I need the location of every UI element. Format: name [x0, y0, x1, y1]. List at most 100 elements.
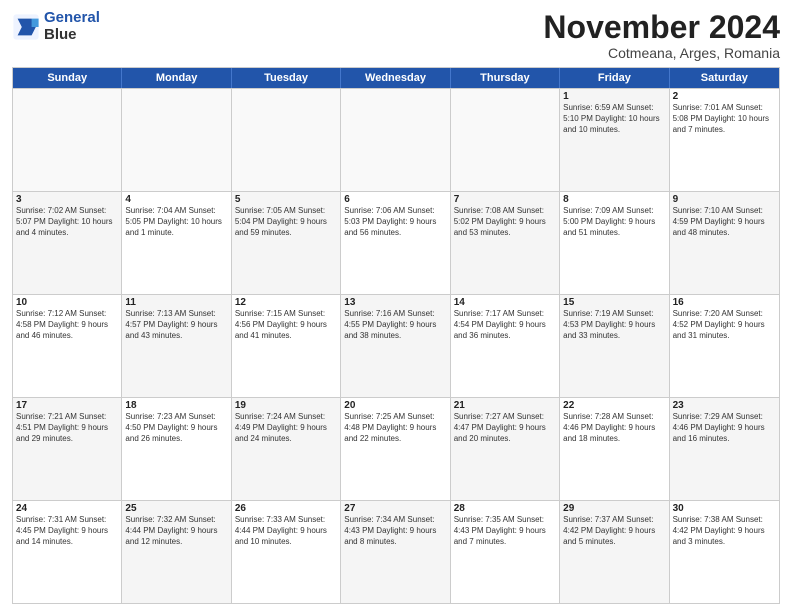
day-number: 6 [344, 194, 446, 205]
day-number: 1 [563, 91, 665, 102]
day-number: 12 [235, 297, 337, 308]
cell-info: Sunrise: 7:19 AM Sunset: 4:53 PM Dayligh… [563, 309, 665, 341]
day-number: 8 [563, 194, 665, 205]
cell-info: Sunrise: 7:17 AM Sunset: 4:54 PM Dayligh… [454, 309, 556, 341]
day-number: 22 [563, 400, 665, 411]
day-number: 26 [235, 503, 337, 514]
day-number: 5 [235, 194, 337, 205]
day-number: 20 [344, 400, 446, 411]
cell-info: Sunrise: 7:28 AM Sunset: 4:46 PM Dayligh… [563, 412, 665, 444]
cal-cell-1-5: 8Sunrise: 7:09 AM Sunset: 5:00 PM Daylig… [560, 192, 669, 294]
calendar-body: 1Sunrise: 6:59 AM Sunset: 5:10 PM Daylig… [13, 88, 779, 603]
cell-info: Sunrise: 7:02 AM Sunset: 5:07 PM Dayligh… [16, 206, 118, 238]
header-day-friday: Friday [560, 68, 669, 88]
day-number: 10 [16, 297, 118, 308]
cal-cell-1-0: 3Sunrise: 7:02 AM Sunset: 5:07 PM Daylig… [13, 192, 122, 294]
day-number: 17 [16, 400, 118, 411]
logo: General Blue [12, 10, 100, 43]
cell-info: Sunrise: 7:27 AM Sunset: 4:47 PM Dayligh… [454, 412, 556, 444]
day-number: 15 [563, 297, 665, 308]
day-number: 19 [235, 400, 337, 411]
day-number: 4 [125, 194, 227, 205]
cell-info: Sunrise: 7:38 AM Sunset: 4:42 PM Dayligh… [673, 515, 776, 547]
header-day-monday: Monday [122, 68, 231, 88]
day-number: 21 [454, 400, 556, 411]
cell-info: Sunrise: 7:10 AM Sunset: 4:59 PM Dayligh… [673, 206, 776, 238]
cal-cell-4-6: 30Sunrise: 7:38 AM Sunset: 4:42 PM Dayli… [670, 501, 779, 603]
cal-cell-4-2: 26Sunrise: 7:33 AM Sunset: 4:44 PM Dayli… [232, 501, 341, 603]
cal-cell-4-4: 28Sunrise: 7:35 AM Sunset: 4:43 PM Dayli… [451, 501, 560, 603]
cal-cell-1-2: 5Sunrise: 7:05 AM Sunset: 5:04 PM Daylig… [232, 192, 341, 294]
cell-info: Sunrise: 7:21 AM Sunset: 4:51 PM Dayligh… [16, 412, 118, 444]
cal-cell-2-3: 13Sunrise: 7:16 AM Sunset: 4:55 PM Dayli… [341, 295, 450, 397]
cal-cell-3-5: 22Sunrise: 7:28 AM Sunset: 4:46 PM Dayli… [560, 398, 669, 500]
cell-info: Sunrise: 7:01 AM Sunset: 5:08 PM Dayligh… [673, 103, 776, 135]
cal-cell-2-4: 14Sunrise: 7:17 AM Sunset: 4:54 PM Dayli… [451, 295, 560, 397]
header-day-tuesday: Tuesday [232, 68, 341, 88]
cal-cell-0-6: 2Sunrise: 7:01 AM Sunset: 5:08 PM Daylig… [670, 89, 779, 191]
day-number: 13 [344, 297, 446, 308]
cal-cell-1-4: 7Sunrise: 7:08 AM Sunset: 5:02 PM Daylig… [451, 192, 560, 294]
cal-cell-4-5: 29Sunrise: 7:37 AM Sunset: 4:42 PM Dayli… [560, 501, 669, 603]
calendar-row-0: 1Sunrise: 6:59 AM Sunset: 5:10 PM Daylig… [13, 88, 779, 191]
day-number: 23 [673, 400, 776, 411]
cal-cell-2-6: 16Sunrise: 7:20 AM Sunset: 4:52 PM Dayli… [670, 295, 779, 397]
header: General Blue November 2024 Cotmeana, Arg… [12, 10, 780, 61]
day-number: 3 [16, 194, 118, 205]
cell-info: Sunrise: 7:34 AM Sunset: 4:43 PM Dayligh… [344, 515, 446, 547]
cal-cell-3-6: 23Sunrise: 7:29 AM Sunset: 4:46 PM Dayli… [670, 398, 779, 500]
logo-icon [12, 13, 40, 41]
day-number: 14 [454, 297, 556, 308]
cal-cell-1-3: 6Sunrise: 7:06 AM Sunset: 5:03 PM Daylig… [341, 192, 450, 294]
day-number: 9 [673, 194, 776, 205]
cell-info: Sunrise: 7:09 AM Sunset: 5:00 PM Dayligh… [563, 206, 665, 238]
cal-cell-2-2: 12Sunrise: 7:15 AM Sunset: 4:56 PM Dayli… [232, 295, 341, 397]
cal-cell-0-3 [341, 89, 450, 191]
logo-line2: Blue [44, 27, 100, 44]
month-title: November 2024 [543, 10, 780, 45]
header-day-sunday: Sunday [13, 68, 122, 88]
subtitle: Cotmeana, Arges, Romania [543, 45, 780, 61]
cal-cell-3-3: 20Sunrise: 7:25 AM Sunset: 4:48 PM Dayli… [341, 398, 450, 500]
calendar: SundayMondayTuesdayWednesdayThursdayFrid… [12, 67, 780, 604]
page: General Blue November 2024 Cotmeana, Arg… [0, 0, 792, 612]
header-day-wednesday: Wednesday [341, 68, 450, 88]
cell-info: Sunrise: 7:29 AM Sunset: 4:46 PM Dayligh… [673, 412, 776, 444]
logo-text: General Blue [44, 10, 100, 43]
day-number: 7 [454, 194, 556, 205]
cell-info: Sunrise: 7:35 AM Sunset: 4:43 PM Dayligh… [454, 515, 556, 547]
cell-info: Sunrise: 7:05 AM Sunset: 5:04 PM Dayligh… [235, 206, 337, 238]
cell-info: Sunrise: 7:15 AM Sunset: 4:56 PM Dayligh… [235, 309, 337, 341]
day-number: 18 [125, 400, 227, 411]
cell-info: Sunrise: 7:16 AM Sunset: 4:55 PM Dayligh… [344, 309, 446, 341]
cell-info: Sunrise: 7:31 AM Sunset: 4:45 PM Dayligh… [16, 515, 118, 547]
cal-cell-3-1: 18Sunrise: 7:23 AM Sunset: 4:50 PM Dayli… [122, 398, 231, 500]
calendar-row-3: 17Sunrise: 7:21 AM Sunset: 4:51 PM Dayli… [13, 397, 779, 500]
calendar-row-1: 3Sunrise: 7:02 AM Sunset: 5:07 PM Daylig… [13, 191, 779, 294]
calendar-header: SundayMondayTuesdayWednesdayThursdayFrid… [13, 68, 779, 88]
calendar-row-2: 10Sunrise: 7:12 AM Sunset: 4:58 PM Dayli… [13, 294, 779, 397]
cell-info: Sunrise: 7:20 AM Sunset: 4:52 PM Dayligh… [673, 309, 776, 341]
day-number: 28 [454, 503, 556, 514]
day-number: 29 [563, 503, 665, 514]
cal-cell-0-0 [13, 89, 122, 191]
cal-cell-4-1: 25Sunrise: 7:32 AM Sunset: 4:44 PM Dayli… [122, 501, 231, 603]
header-day-saturday: Saturday [670, 68, 779, 88]
day-number: 27 [344, 503, 446, 514]
cell-info: Sunrise: 7:23 AM Sunset: 4:50 PM Dayligh… [125, 412, 227, 444]
cal-cell-4-0: 24Sunrise: 7:31 AM Sunset: 4:45 PM Dayli… [13, 501, 122, 603]
cell-info: Sunrise: 7:13 AM Sunset: 4:57 PM Dayligh… [125, 309, 227, 341]
cell-info: Sunrise: 7:04 AM Sunset: 5:05 PM Dayligh… [125, 206, 227, 238]
cal-cell-4-3: 27Sunrise: 7:34 AM Sunset: 4:43 PM Dayli… [341, 501, 450, 603]
day-number: 11 [125, 297, 227, 308]
header-day-thursday: Thursday [451, 68, 560, 88]
cell-info: Sunrise: 6:59 AM Sunset: 5:10 PM Dayligh… [563, 103, 665, 135]
cell-info: Sunrise: 7:33 AM Sunset: 4:44 PM Dayligh… [235, 515, 337, 547]
day-number: 24 [16, 503, 118, 514]
day-number: 30 [673, 503, 776, 514]
cal-cell-1-6: 9Sunrise: 7:10 AM Sunset: 4:59 PM Daylig… [670, 192, 779, 294]
cell-info: Sunrise: 7:25 AM Sunset: 4:48 PM Dayligh… [344, 412, 446, 444]
cell-info: Sunrise: 7:08 AM Sunset: 5:02 PM Dayligh… [454, 206, 556, 238]
cal-cell-2-1: 11Sunrise: 7:13 AM Sunset: 4:57 PM Dayli… [122, 295, 231, 397]
day-number: 25 [125, 503, 227, 514]
